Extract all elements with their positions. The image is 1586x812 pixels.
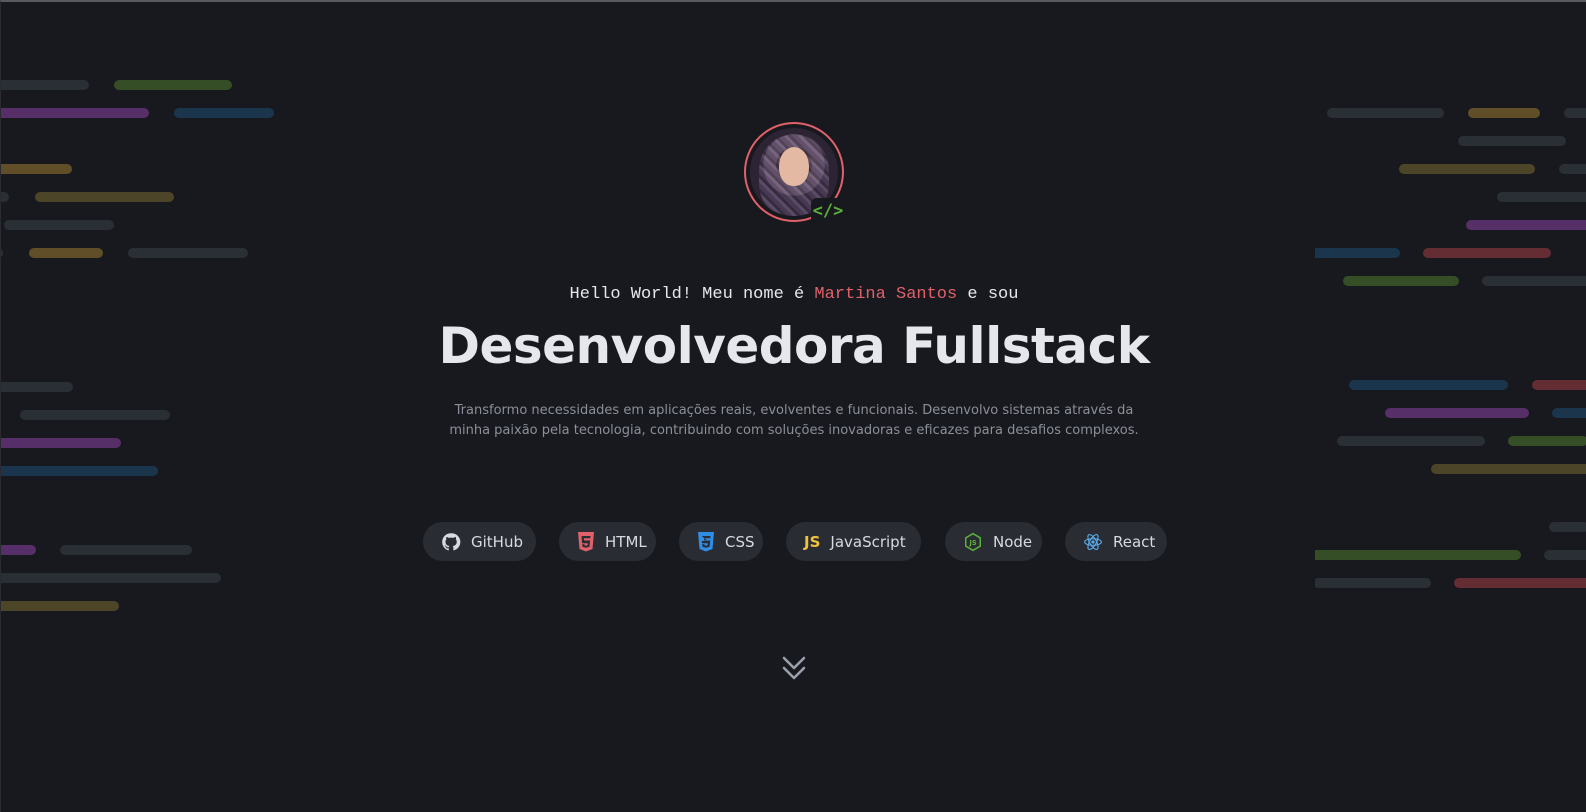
javascript-icon: JS [804, 532, 821, 551]
react-chip[interactable]: React [1065, 522, 1167, 561]
intro-text: Hello World! Meu nome é Martina Santos e… [1, 285, 1586, 304]
code-icon: </> [811, 198, 845, 224]
scroll-down-button[interactable] [780, 654, 808, 684]
tech-chips: GitHub HTML CSS JS JavaScript JS Node Re… [1, 522, 1586, 562]
github-chip[interactable]: GitHub [423, 522, 536, 561]
javascript-chip[interactable]: JS JavaScript [786, 522, 921, 561]
chip-label: Node [993, 532, 1033, 551]
chip-label: JavaScript [830, 532, 906, 551]
react-icon [1083, 532, 1103, 552]
html-chip[interactable]: HTML [559, 522, 656, 561]
node-chip[interactable]: JS Node [945, 522, 1042, 561]
hero-section: </> Hello World! Meu nome é Martina Sant… [1, 2, 1586, 812]
html5-icon [577, 531, 595, 552]
intro-prefix: Hello World! Meu nome é [569, 285, 815, 304]
hero-description: Transformo necessidades em aplicações re… [444, 401, 1144, 441]
intro-suffix: e sou [957, 285, 1019, 304]
nodejs-icon: JS [963, 532, 983, 552]
github-icon [441, 532, 461, 552]
description-line: minha paixão pela tecnologia, contribuin… [449, 423, 1139, 438]
chip-label: HTML [605, 532, 647, 551]
css3-icon [697, 531, 715, 552]
description-line: Transformo necessidades em aplicações re… [454, 403, 1134, 418]
intro-name: Martina Santos [814, 285, 958, 304]
css-chip[interactable]: CSS [679, 522, 763, 561]
chip-label: CSS [725, 532, 755, 551]
double-chevron-down-icon [782, 656, 806, 680]
page-title: Desenvolvedora Fullstack [438, 317, 1150, 375]
chip-label: React [1113, 532, 1156, 551]
svg-text:JS: JS [968, 538, 976, 546]
chip-label: GitHub [471, 532, 523, 551]
